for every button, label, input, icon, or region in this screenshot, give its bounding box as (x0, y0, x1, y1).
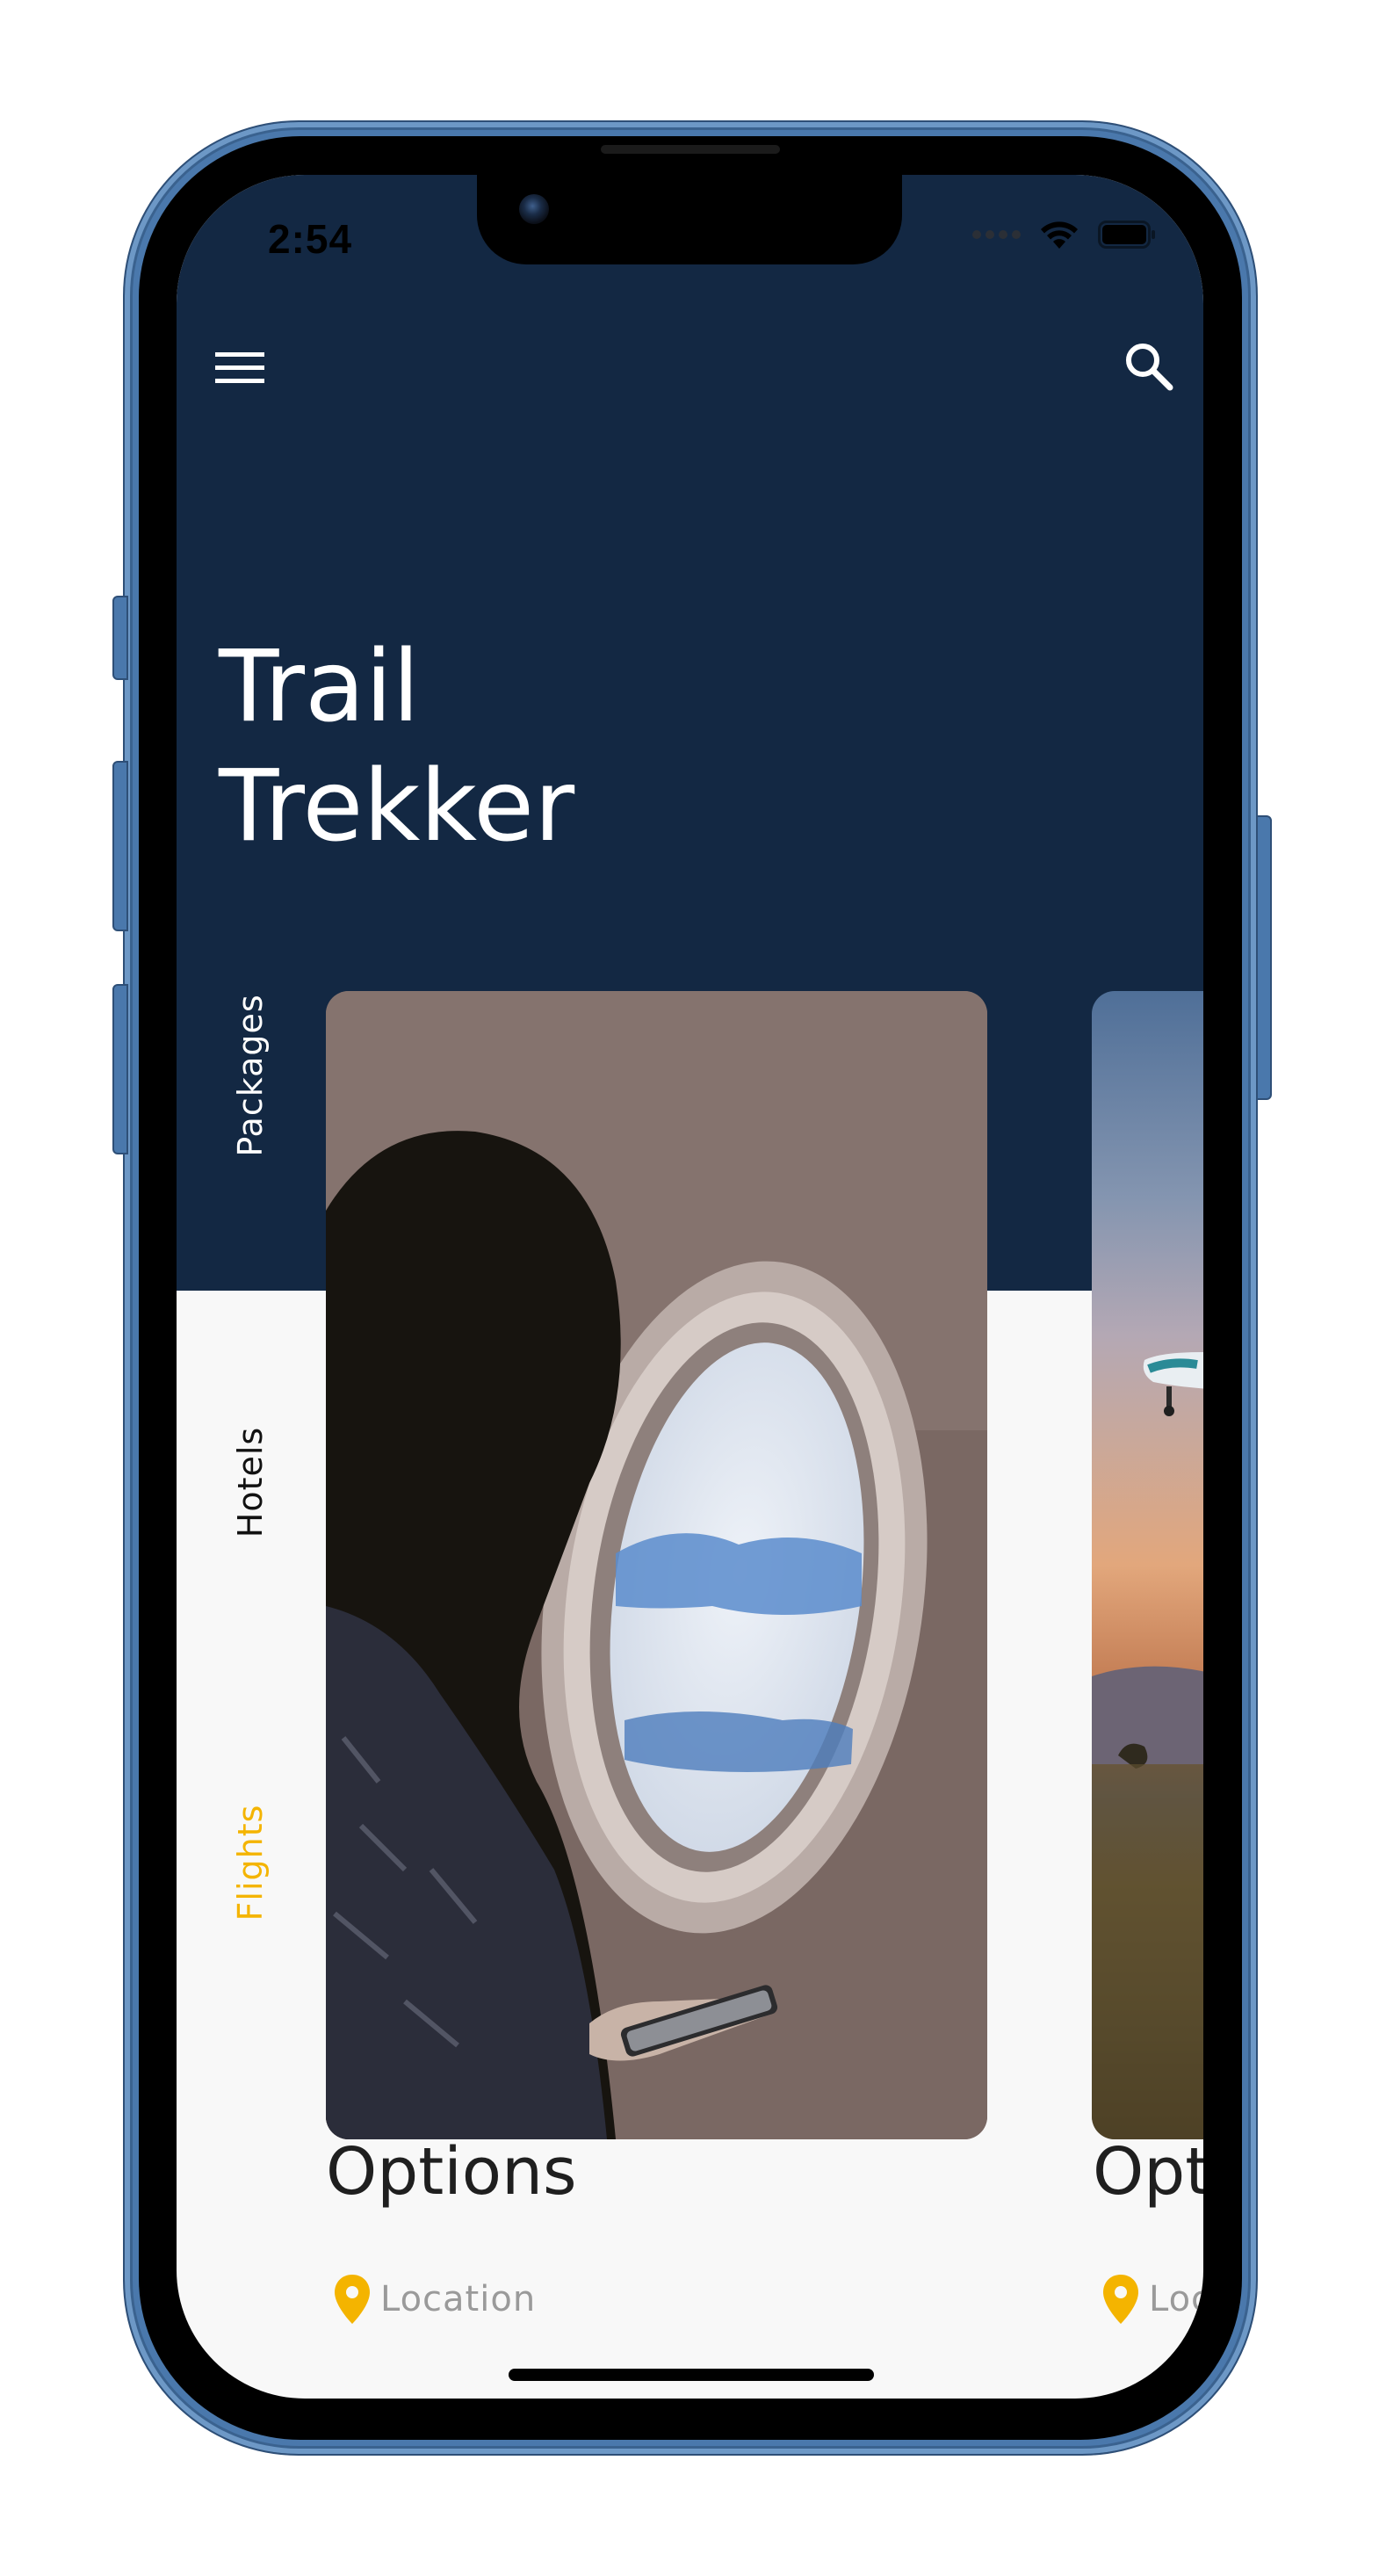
card-location: Location (1101, 2273, 1203, 2326)
search-icon[interactable] (1115, 333, 1182, 400)
wifi-icon (1038, 219, 1080, 250)
tab-flights[interactable]: Flights (231, 1805, 270, 1921)
speaker-slit (601, 145, 780, 154)
home-indicator[interactable] (509, 2369, 874, 2381)
map-pin-icon (335, 2275, 370, 2324)
card-title: Options (326, 2134, 577, 2210)
location-label: Location (380, 2279, 537, 2319)
app-title-line-1: Trail (219, 630, 420, 744)
card-title: Options (1093, 2134, 1203, 2210)
app-title-line-2: Trekker (219, 749, 575, 864)
tab-hotels[interactable]: Hotels (231, 1427, 270, 1538)
map-pin-icon (1103, 2275, 1138, 2324)
location-label: Location (1149, 2279, 1203, 2319)
tab-packages[interactable]: Packages (231, 994, 270, 1156)
volume-down-button (112, 984, 128, 1154)
destination-card-image[interactable] (326, 991, 987, 2139)
hamburger-menu-icon[interactable] (212, 340, 268, 396)
volume-up-button (112, 761, 128, 931)
notch (477, 175, 902, 264)
battery-icon (1098, 221, 1156, 249)
status-time: 2:54 (268, 216, 353, 262)
cellular-signal-icon (972, 230, 1021, 239)
card-location: Location (333, 2273, 536, 2326)
front-camera (519, 194, 549, 224)
screen: 2:54 Trail Trekker Packages Hotels Fligh… (177, 175, 1203, 2399)
destination-card-image[interactable] (1092, 991, 1203, 2139)
app-title: Trail Trekker (219, 627, 574, 866)
power-button (1256, 815, 1272, 1100)
status-indicators (972, 219, 1156, 250)
silent-switch (112, 596, 128, 680)
